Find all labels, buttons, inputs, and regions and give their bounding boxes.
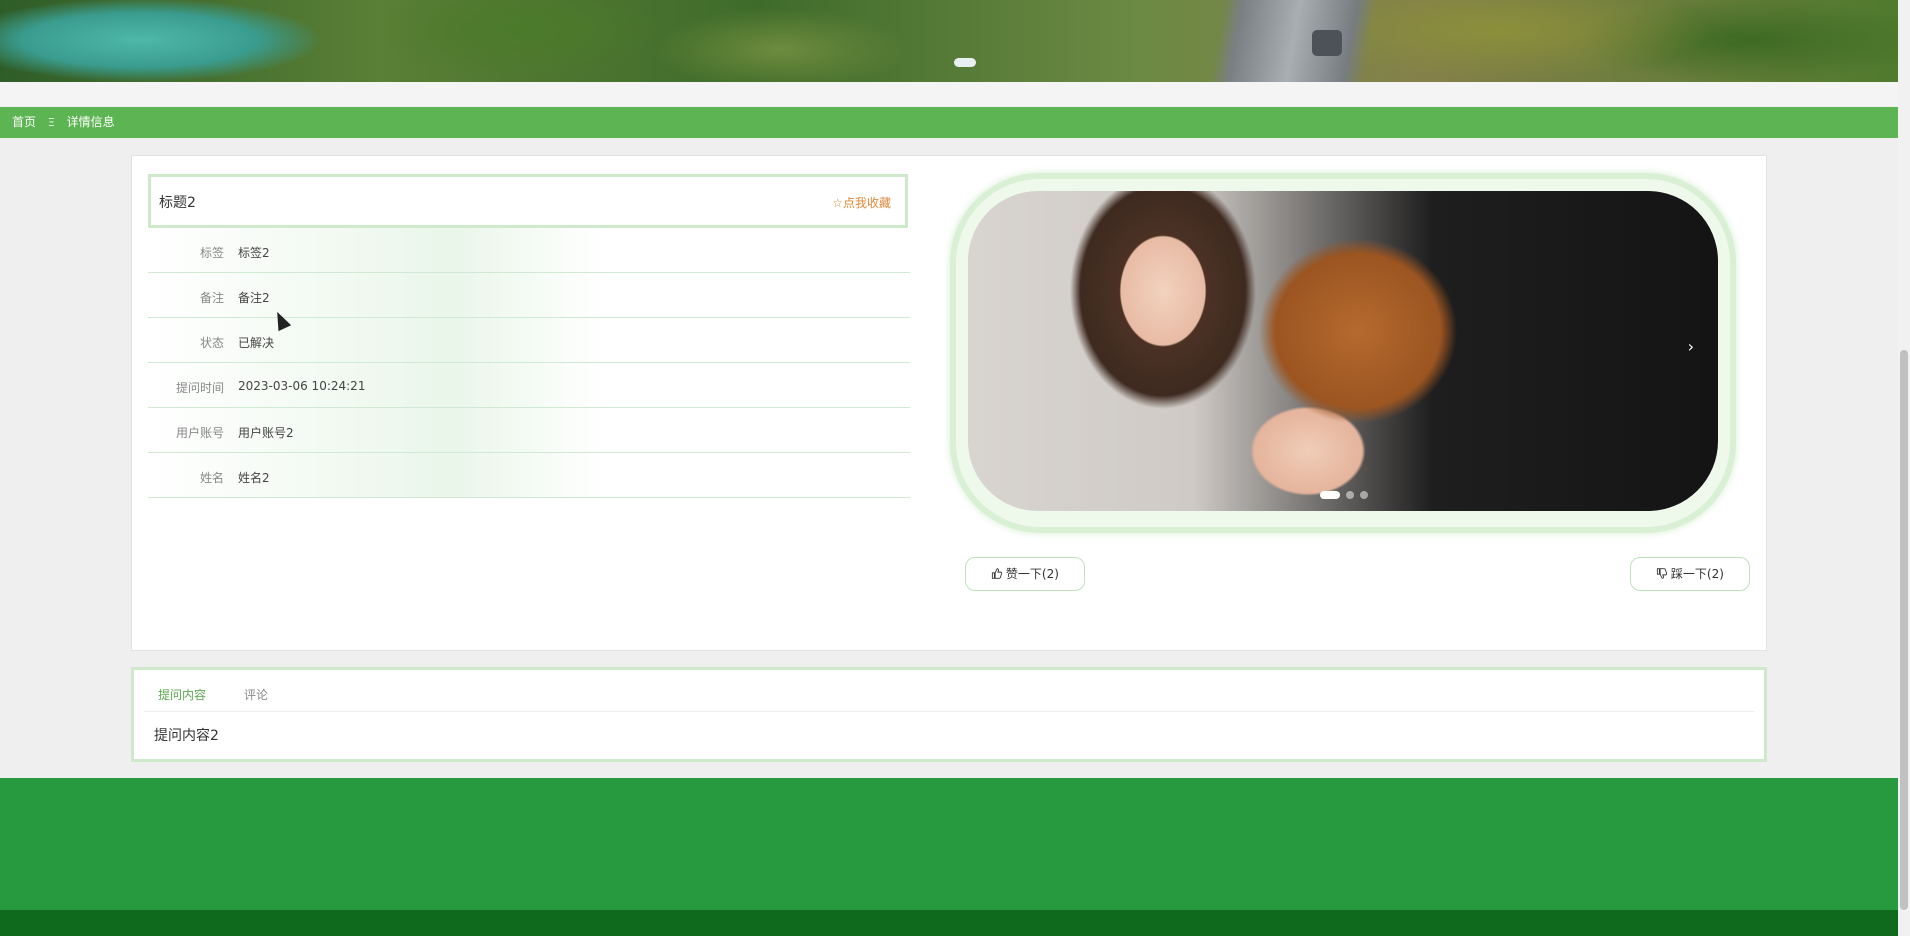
info-value: 已解决 — [238, 336, 275, 350]
dislike-button[interactable]: 踩一下(2) — [1630, 557, 1750, 591]
breadcrumb: 首页 Ξ 详情信息 — [0, 107, 1898, 138]
detail-card: 标题2 ☆点我收藏 标签 标签2 备注 备注2 状态 已解决 提问时间 2023… — [131, 155, 1767, 651]
info-row-status: 状态 已解决 — [148, 318, 910, 363]
tab-bar: 提问内容 评论 — [144, 670, 1754, 712]
car-shape — [1312, 30, 1342, 56]
favorite-button[interactable]: ☆点我收藏 — [832, 194, 891, 211]
thumbs-down-icon — [1656, 567, 1671, 581]
breadcrumb-home-link[interactable]: 首页 — [12, 107, 36, 138]
top-banner-image — [0, 0, 1898, 82]
info-label: 用户账号 — [175, 426, 224, 440]
carousel-dot[interactable] — [1346, 491, 1354, 499]
image-carousel: › — [950, 173, 1736, 533]
thumbs-up-icon — [991, 567, 1006, 581]
info-row-name: 姓名 姓名2 — [148, 453, 910, 498]
banner-spacer — [0, 82, 1898, 106]
info-value: 2023-03-06 10:24:21 — [238, 379, 366, 393]
title-box: 标题2 ☆点我收藏 — [148, 174, 908, 228]
tabs-card: 提问内容 评论 提问内容2 — [131, 667, 1767, 762]
info-row-remark: 备注 备注2 — [148, 273, 910, 318]
banner-carousel-dot[interactable] — [954, 58, 976, 67]
tab-question-content[interactable]: 提问内容 — [158, 686, 206, 703]
breadcrumb-current: 详情信息 — [66, 115, 115, 129]
footer-bottom-bar — [0, 910, 1898, 936]
info-value: 备注2 — [238, 291, 270, 305]
carousel-dot[interactable] — [1360, 491, 1368, 499]
dislike-label: 踩一下(2) — [1670, 567, 1724, 581]
carousel-photo: › — [968, 191, 1718, 511]
info-value: 姓名2 — [238, 471, 270, 485]
tab-content-text: 提问内容2 — [154, 728, 219, 744]
info-label: 姓名 — [199, 471, 224, 485]
footer — [0, 778, 1898, 910]
info-label: 状态 — [199, 336, 224, 350]
info-row-user-account: 用户账号 用户账号2 — [148, 408, 910, 453]
info-row-tag: 标签 标签2 — [148, 228, 910, 273]
info-row-ask-time: 提问时间 2023-03-06 10:24:21 — [148, 363, 910, 408]
page-scrollbar[interactable] — [1898, 0, 1910, 936]
info-value: 用户账号2 — [238, 426, 294, 440]
breadcrumb-separator-icon: Ξ — [47, 116, 55, 129]
like-label: 赞一下(2) — [1005, 567, 1059, 581]
carousel-dot[interactable] — [1320, 491, 1340, 499]
carousel-next-icon[interactable]: › — [1688, 337, 1694, 356]
info-label: 备注 — [199, 291, 224, 305]
page-title: 标题2 — [159, 195, 196, 211]
info-value: 标签2 — [238, 246, 270, 260]
info-label: 提问时间 — [175, 381, 224, 395]
like-button[interactable]: 赞一下(2) — [965, 557, 1085, 591]
scrollbar-thumb[interactable] — [1900, 350, 1908, 910]
carousel-dots — [1320, 491, 1368, 499]
tab-comments[interactable]: 评论 — [244, 686, 268, 703]
info-label: 标签 — [199, 246, 224, 260]
